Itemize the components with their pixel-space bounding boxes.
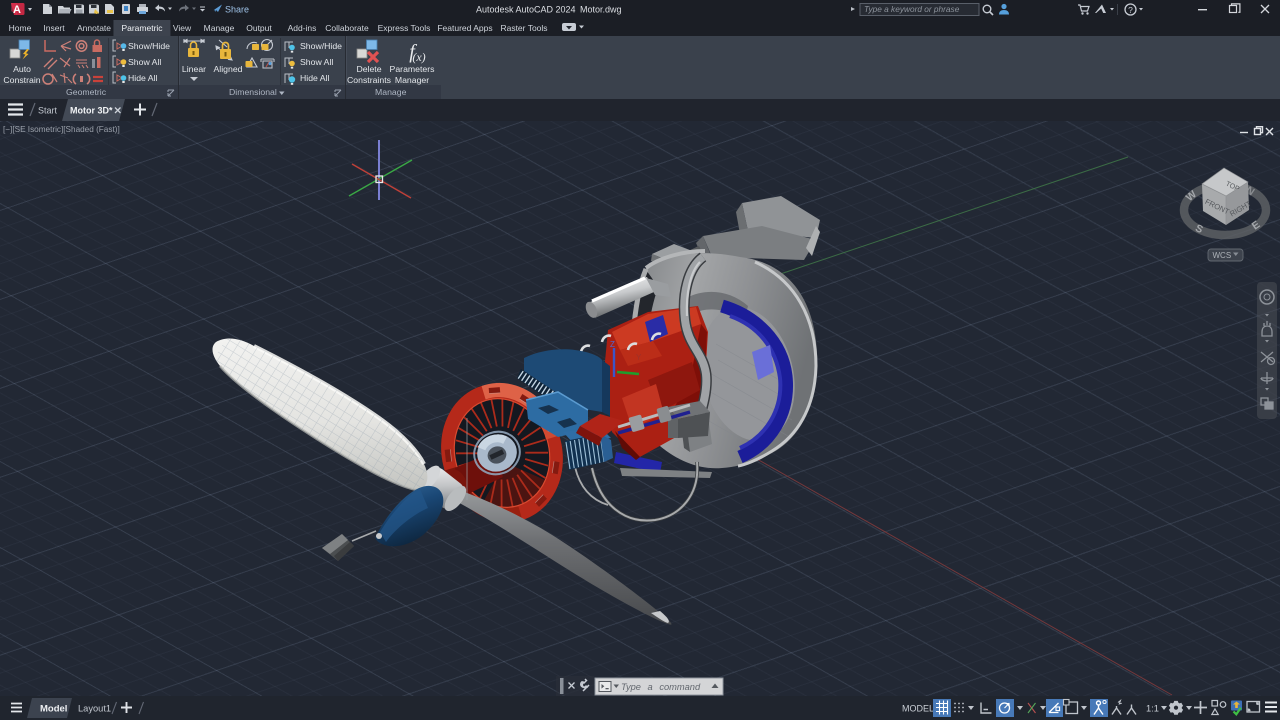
svg-text:A: A <box>13 4 21 16</box>
svg-text:Aligned: Aligned <box>214 64 243 74</box>
svg-text:Autodesk AutoCAD 2024: Autodesk AutoCAD 2024 <box>476 5 576 15</box>
svg-text:Delete: Delete <box>356 64 381 74</box>
svg-text:Show/Hide: Show/Hide <box>300 41 342 51</box>
svg-text:Motor.dwg: Motor.dwg <box>580 5 622 15</box>
svg-text:Show All: Show All <box>300 57 333 67</box>
svg-text:Constraints: Constraints <box>347 75 392 85</box>
svg-text:1:1: 1:1 <box>1146 704 1159 714</box>
svg-text:Motor 3D*: Motor 3D* <box>70 106 113 116</box>
svg-text:Linear: Linear <box>182 64 206 74</box>
svg-text:Type a keyword or phrase: Type a keyword or phrase <box>864 4 960 14</box>
svg-text:?: ? <box>1128 5 1133 15</box>
svg-text:MODEL: MODEL <box>902 704 934 714</box>
svg-text:Parameters: Parameters <box>390 64 436 74</box>
svg-text:Y: Y <box>636 353 642 362</box>
svg-text:Show/Hide: Show/Hide <box>128 41 170 51</box>
svg-text:Model: Model <box>40 704 67 715</box>
svg-text:Type a command: Type a command <box>621 682 701 692</box>
svg-text:Z: Z <box>610 340 615 349</box>
svg-text:Manager: Manager <box>395 75 429 85</box>
svg-text:Start: Start <box>38 106 58 116</box>
svg-text:WCS: WCS <box>1213 251 1232 260</box>
svg-text:Hide All: Hide All <box>300 73 330 83</box>
svg-text:Share: Share <box>225 5 249 15</box>
svg-text:Auto: Auto <box>13 64 31 74</box>
svg-text:Show All: Show All <box>128 57 161 67</box>
svg-text:(x): (x) <box>412 50 425 64</box>
svg-text:Constrain: Constrain <box>3 75 40 85</box>
svg-text:Layout1: Layout1 <box>78 704 111 714</box>
svg-text:Hide All: Hide All <box>128 73 158 83</box>
